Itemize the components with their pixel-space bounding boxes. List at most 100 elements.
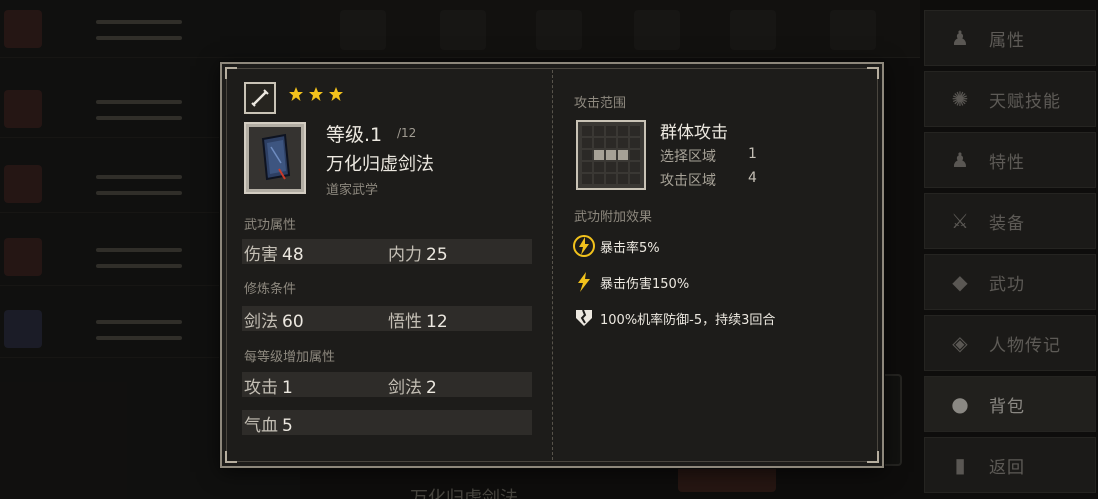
avatar [4, 238, 42, 276]
range-cell [618, 150, 628, 160]
stat-value: 48 [282, 245, 304, 265]
menu-item-traits[interactable]: ♟ 特性 [924, 132, 1096, 188]
range-cell [582, 126, 592, 136]
stat-label: 气血 [244, 416, 278, 436]
star-icon [309, 87, 323, 101]
stat-label: 剑法 [388, 378, 422, 398]
character-row[interactable] [0, 0, 300, 58]
section-title-requirements: 修炼条件 [244, 282, 297, 297]
range-cell [606, 150, 616, 160]
avatar [4, 10, 42, 48]
stat-row: 剑法 60 悟性 12 [242, 306, 532, 332]
skill-book-image [244, 122, 306, 194]
menu-item-talent[interactable]: ✺ 天赋技能 [924, 71, 1096, 127]
stat-row: 气血 5 [242, 410, 532, 436]
popup-divider [552, 70, 553, 460]
martial-arts-icon: ◆ [952, 270, 968, 294]
biography-icon: ◈ [952, 331, 968, 355]
range-cell [630, 150, 640, 160]
lightning-icon [572, 270, 596, 294]
bag-icon: ● [951, 392, 969, 416]
range-cell [582, 162, 592, 172]
range-cell [606, 138, 616, 148]
stat-label: 剑法 [244, 312, 278, 332]
menu-item-attributes[interactable]: ♟ 属性 [924, 10, 1096, 66]
range-cell [582, 174, 592, 184]
menu-item-back[interactable]: ▮ 返回 [924, 437, 1096, 493]
stat-label: 悟性 [388, 312, 422, 332]
range-cell [594, 162, 604, 172]
effect-item: 100%机率防御-5，持续3回合 [572, 306, 775, 330]
toolbar-slot[interactable] [536, 10, 582, 50]
bottom-item-name: 万化归虚剑法 [410, 488, 518, 499]
stat-value: 5 [282, 416, 293, 436]
range-cell [606, 162, 616, 172]
toolbar-slot[interactable] [340, 10, 386, 50]
menu-item-biography[interactable]: ◈ 人物传记 [924, 315, 1096, 371]
stat-row: 攻击 1 剑法 2 [242, 372, 532, 398]
range-cell [594, 138, 604, 148]
avatar [4, 310, 42, 348]
effect-item: 暴击率5% [572, 234, 660, 258]
menu-item-bag[interactable]: ● 背包 [924, 376, 1096, 432]
rarity-stars [288, 86, 344, 102]
range-type: 群体攻击 [660, 123, 728, 143]
skill-level-max: /12 [397, 126, 417, 140]
item-toolbar [300, 0, 920, 58]
lightning-circle-icon [572, 234, 596, 258]
talent-icon: ✺ [951, 87, 969, 111]
avatar [4, 90, 42, 128]
range-cell [630, 162, 640, 172]
range-cell [582, 150, 592, 160]
stat-label: 攻击 [244, 378, 278, 398]
section-title-effects: 武功附加效果 [574, 210, 653, 225]
person-icon: ♟ [951, 26, 969, 50]
select-area: 选择区域 1 [660, 146, 757, 165]
range-cell [594, 126, 604, 136]
menu-item-equipment[interactable]: ⚔ 装备 [924, 193, 1096, 249]
stat-value: 2 [426, 378, 437, 398]
game-screen: 万化归虚剑法 ♟ 属性 ✺ 天赋技能 ♟ 特性 ⚔ 装备 ◆ 武功 ◈ 人物传记 ● 背包 ▮… [0, 0, 1098, 499]
range-cell [606, 126, 616, 136]
broken-shield-icon [572, 306, 596, 330]
equipment-icon: ⚔ [951, 209, 969, 233]
attack-range-grid [576, 120, 646, 190]
toolbar-slot[interactable] [830, 10, 876, 50]
section-title-range: 攻击范围 [574, 96, 627, 111]
side-menu: ♟ 属性 ✺ 天赋技能 ♟ 特性 ⚔ 装备 ◆ 武功 ◈ 人物传记 ● 背包 ▮ 返回 [922, 0, 1098, 499]
section-title-per-level: 每等级增加属性 [244, 350, 336, 365]
stat-value: 60 [282, 312, 304, 332]
star-icon [329, 87, 343, 101]
range-cell [618, 126, 628, 136]
stat-label: 伤害 [244, 245, 278, 265]
attack-area: 攻击区域 4 [660, 170, 757, 189]
range-cell [582, 138, 592, 148]
range-cell [630, 138, 640, 148]
range-cell [606, 174, 616, 184]
back-icon: ▮ [954, 453, 966, 477]
range-cell [618, 162, 628, 172]
skill-name: 万化归虚剑法 [326, 154, 434, 175]
range-cell [618, 174, 628, 184]
skill-category: 道家武学 [326, 183, 379, 198]
star-icon [289, 87, 303, 101]
stat-value: 12 [426, 312, 448, 332]
range-cell [630, 174, 640, 184]
stat-label: 内力 [388, 245, 422, 265]
stat-value: 1 [282, 378, 293, 398]
sword-icon [244, 82, 276, 114]
effect-item: 暴击伤害150% [572, 270, 689, 294]
trait-icon: ♟ [951, 148, 969, 172]
range-cell [618, 138, 628, 148]
toolbar-slot[interactable] [634, 10, 680, 50]
stat-row: 伤害 48 内力 25 [242, 239, 532, 265]
toolbar-slot[interactable] [730, 10, 776, 50]
range-cell [630, 126, 640, 136]
range-cell [594, 174, 604, 184]
section-title-attributes: 武功属性 [244, 218, 297, 233]
toolbar-slot[interactable] [440, 10, 486, 50]
skill-detail-popup: 等级.1 /12 万化归虚剑法 道家武学 武功属性 伤害 48 内力 25 修炼条件… [220, 62, 884, 468]
avatar [4, 165, 42, 203]
menu-item-martial-arts[interactable]: ◆ 武功 [924, 254, 1096, 310]
skill-level: 等级.1 [326, 124, 383, 146]
